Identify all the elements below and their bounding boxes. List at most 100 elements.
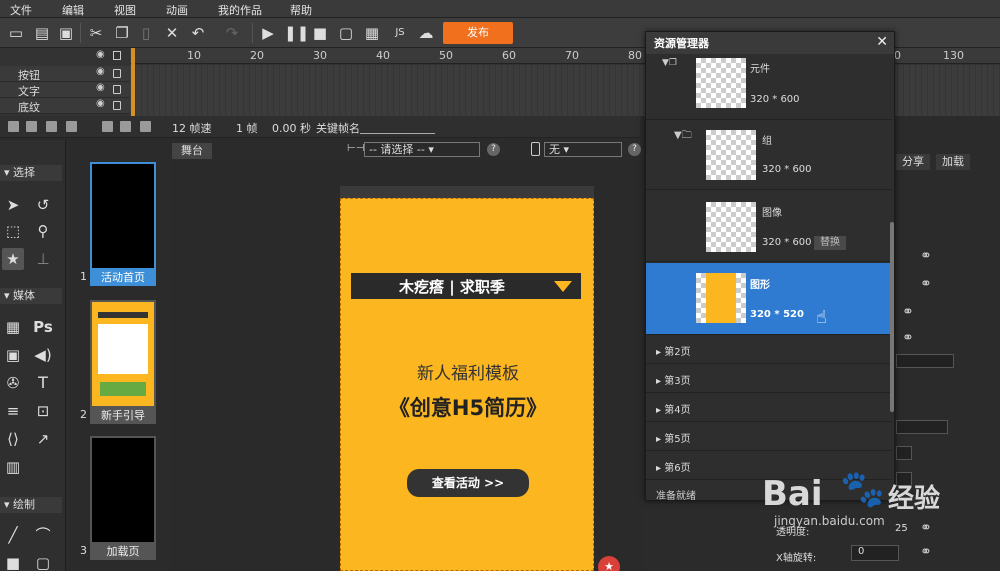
code-icon[interactable]: ⟨⟩ xyxy=(2,428,24,450)
add-folder-icon[interactable] xyxy=(26,121,37,132)
copy-layer-icon[interactable] xyxy=(46,121,57,132)
property-select[interactable] xyxy=(896,420,948,434)
menu-file[interactable]: 文件 xyxy=(10,2,32,18)
star-tool-icon[interactable]: ★ xyxy=(2,248,24,270)
resource-item[interactable]: ▼🗀 组 320 * 600 xyxy=(646,120,892,190)
element-select[interactable]: -- 请选择 -- ▾ xyxy=(364,142,480,157)
layer-row[interactable]: 底纹 ◉ xyxy=(0,98,130,114)
redo-icon[interactable]: ↷ xyxy=(222,23,242,43)
view-activity-button[interactable]: 查看活动 >> xyxy=(407,469,529,497)
link-icon[interactable]: ⚭ xyxy=(920,544,932,560)
open-file-icon[interactable]: ▤ xyxy=(32,23,52,43)
layer-row[interactable]: 文字 ◉ xyxy=(0,82,130,98)
play-icon[interactable]: ▶ xyxy=(258,23,278,43)
collapse-icon[interactable]: ▼❐ xyxy=(662,58,677,68)
property-select[interactable] xyxy=(896,354,954,368)
pause-icon[interactable]: ❚❚ xyxy=(284,23,309,43)
keyframe-icon[interactable] xyxy=(102,121,113,132)
paste-icon[interactable]: ▯ xyxy=(136,23,156,43)
new-file-icon[interactable]: ▭ xyxy=(6,23,26,43)
delete-layer-icon[interactable] xyxy=(66,121,77,132)
undo-icon[interactable]: ↶ xyxy=(188,23,208,43)
guide-icon[interactable]: ⊥ xyxy=(32,248,54,270)
property-field[interactable] xyxy=(896,446,912,460)
folder-icon[interactable]: ▼🗀 xyxy=(674,128,692,145)
eye-icon[interactable]: ◉ xyxy=(96,98,105,109)
section-media-header[interactable]: ▾ 媒体 xyxy=(0,288,62,304)
align-icon[interactable]: ⊢⊣ xyxy=(347,143,364,154)
link-icon[interactable]: ⚭ xyxy=(902,304,914,320)
stop-icon[interactable]: ■ xyxy=(310,23,330,43)
tab-share[interactable]: 分享 xyxy=(896,154,930,170)
frame-icon[interactable] xyxy=(140,121,151,132)
line-icon[interactable]: ╱ xyxy=(2,524,24,546)
rounded-rect-icon[interactable]: ▢ xyxy=(32,552,54,571)
preview-icon[interactable]: ▢ xyxy=(336,23,356,43)
page-thumb-2[interactable]: 新手引导 xyxy=(90,300,156,426)
replace-button[interactable]: 替换 xyxy=(814,236,846,250)
js-icon[interactable]: JS xyxy=(390,23,410,43)
chart-icon[interactable]: ↗ xyxy=(32,428,54,450)
text-icon[interactable]: T xyxy=(32,372,54,394)
title-banner[interactable]: 木疙瘩 | 求职季 xyxy=(351,273,581,299)
subtitle[interactable]: 新人福利模板 xyxy=(341,359,593,384)
save-icon[interactable]: ▣ xyxy=(56,23,76,43)
link-icon[interactable]: ⚭ xyxy=(920,276,932,292)
publish-button[interactable]: 发布 xyxy=(443,22,513,44)
cut-icon[interactable]: ✂ xyxy=(86,23,106,43)
page-group-row[interactable]: ▸ 第5页 xyxy=(646,422,892,451)
select-arrow-icon[interactable]: ➤ xyxy=(2,194,24,216)
resource-item-selected[interactable]: 图形 320 * 520 ☝ xyxy=(646,263,892,335)
page-thumb-3[interactable]: 加载页 xyxy=(90,436,156,562)
eye-icon[interactable]: ◉ xyxy=(96,49,105,60)
lasso-icon[interactable]: ↺ xyxy=(32,194,54,216)
delete-icon[interactable]: ✕ xyxy=(162,23,182,43)
device-select[interactable]: 无 ▾ xyxy=(544,142,622,157)
video-reel-icon[interactable]: ✇ xyxy=(2,372,24,394)
lock-icon[interactable] xyxy=(113,51,121,60)
tab-loading[interactable]: 加载 xyxy=(936,154,970,170)
transform-icon[interactable]: ⬚ xyxy=(2,220,24,242)
grid-media-icon[interactable]: ▦ xyxy=(2,316,24,338)
keyframe-name-input[interactable] xyxy=(360,120,435,134)
cloud-icon[interactable]: ☁ xyxy=(416,23,436,43)
help-icon[interactable]: ? xyxy=(628,143,641,156)
page-group-row[interactable]: ▸ 第4页 xyxy=(646,393,892,422)
page-canvas[interactable]: 木疙瘩 | 求职季 新人福利模板 《创意H5简历》 查看活动 >> xyxy=(340,198,594,571)
lock-icon[interactable] xyxy=(113,85,121,94)
resource-item[interactable]: 图像 320 * 600 替换 xyxy=(646,190,892,262)
qrcode-icon[interactable]: ▦ xyxy=(362,23,382,43)
menu-animation[interactable]: 动画 xyxy=(166,2,188,18)
playhead[interactable] xyxy=(131,48,135,116)
tab-stage[interactable]: 舞台 xyxy=(172,143,212,159)
link-icon[interactable]: ⚭ xyxy=(920,248,932,264)
page-thumb-1[interactable]: 活动首页 xyxy=(90,162,156,288)
blank-keyframe-icon[interactable] xyxy=(120,121,131,132)
ps-import-icon[interactable]: Ps xyxy=(32,316,54,338)
eye-icon[interactable]: ◉ xyxy=(96,82,105,93)
lock-icon[interactable] xyxy=(113,69,121,78)
resource-item[interactable]: ▼❐ 元件 320 * 600 xyxy=(646,54,892,120)
close-icon[interactable]: ✕ xyxy=(876,34,888,50)
scrollbar[interactable] xyxy=(890,222,894,412)
menu-help[interactable]: 帮助 xyxy=(290,2,312,18)
image-icon[interactable]: ▣ xyxy=(2,344,24,366)
page-group-row[interactable]: ▸ 第3页 xyxy=(646,364,892,393)
presentation-icon[interactable]: ⊡ xyxy=(32,400,54,422)
menu-view[interactable]: 视图 xyxy=(114,2,136,18)
rectangle-icon[interactable]: ■ xyxy=(2,552,24,571)
x-rotation-input[interactable]: 0 xyxy=(851,545,899,561)
menu-my-works[interactable]: 我的作品 xyxy=(218,2,262,18)
sound-icon[interactable]: ◀) xyxy=(32,344,54,366)
curve-icon[interactable]: ⌒ xyxy=(32,524,54,546)
film-icon[interactable]: ▥ xyxy=(2,456,24,478)
page-group-row[interactable]: ▸ 第2页 xyxy=(646,335,892,364)
menu-edit[interactable]: 编辑 xyxy=(62,2,84,18)
zoom-icon[interactable]: ⚲ xyxy=(32,220,54,242)
copy-icon[interactable]: ❐ xyxy=(112,23,132,43)
lock-icon[interactable] xyxy=(113,101,121,110)
eye-icon[interactable]: ◉ xyxy=(96,66,105,77)
link-icon[interactable]: ⚭ xyxy=(902,330,914,346)
add-layer-icon[interactable] xyxy=(8,121,19,132)
layer-row[interactable]: 按钮 ◉ xyxy=(0,66,130,82)
